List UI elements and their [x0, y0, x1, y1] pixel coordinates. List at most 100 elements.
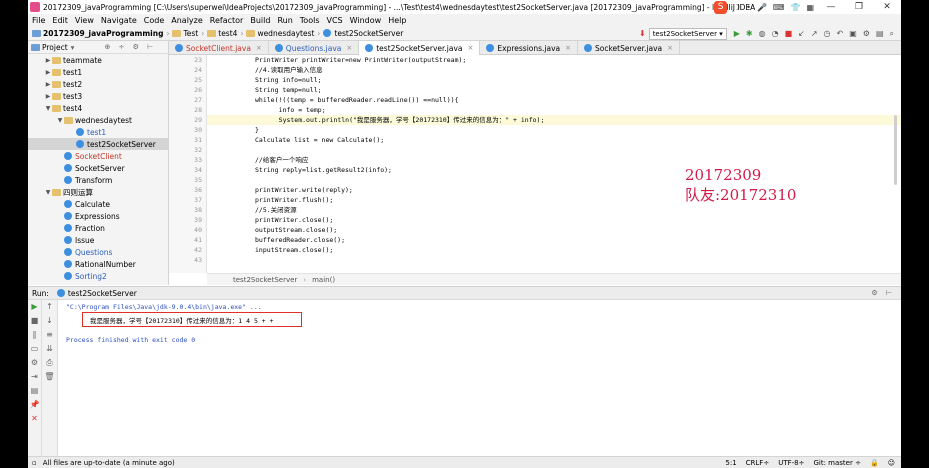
code-line[interactable]	[207, 255, 901, 265]
soft-wrap-icon[interactable]: ≡	[42, 328, 57, 342]
tree-item[interactable]: Transform	[28, 174, 168, 186]
tab-socketserver-java[interactable]: SocketServer.java ×	[578, 41, 680, 55]
project-panel-header[interactable]: Project ▾ ⊕ ÷ ⚙ ⊢	[28, 41, 168, 54]
breadcrumb-item[interactable]: wednesdaytest	[246, 29, 314, 38]
code-line[interactable]: //5.关闭资源	[207, 205, 901, 215]
menu-run[interactable]: Run	[277, 16, 292, 25]
menu-code[interactable]: Code	[144, 16, 164, 25]
tree-item[interactable]: Questions	[28, 246, 168, 258]
dump-threads-icon[interactable]: ▭	[28, 342, 41, 356]
tree-item[interactable]: Expressions	[28, 210, 168, 222]
editor-breadcrumb-method[interactable]: main()	[312, 276, 335, 284]
menu-navigate[interactable]: Navigate	[101, 16, 137, 25]
code-line[interactable]: System.out.println("我是服务器，学号【20172310】传过…	[207, 115, 901, 125]
file-encoding[interactable]: UTF-8÷	[778, 459, 804, 467]
code-line[interactable]: //给客户一个响应	[207, 155, 901, 165]
code-line[interactable]: printWriter.write(reply);	[207, 185, 901, 195]
code-line[interactable]	[207, 175, 901, 185]
project-structure-icon[interactable]: ▣	[849, 29, 857, 38]
run-config-select[interactable]: test2SocketServer ▾	[648, 27, 727, 40]
pause-icon[interactable]: ∥	[28, 328, 41, 342]
inspector-icon[interactable]: ☺	[888, 459, 895, 467]
code-line[interactable]: while(!((temp = bufferedReader.readLine(…	[207, 95, 901, 105]
restore-button[interactable]: ❐	[845, 2, 873, 12]
settings-icon[interactable]: ⚙	[863, 29, 870, 38]
status-toggle-icon[interactable]: ▫	[32, 459, 37, 467]
tree-item[interactable]: ▼ test4	[28, 102, 168, 114]
close-button[interactable]: ✕	[873, 2, 901, 12]
run-icon[interactable]: ▶	[734, 29, 740, 38]
tree-item[interactable]: SocketClient	[28, 150, 168, 162]
tree-item[interactable]: test2SocketServer	[28, 138, 168, 150]
editor-breadcrumb-class[interactable]: test2SocketServer	[233, 276, 297, 284]
code-line[interactable]: bufferedReader.close();	[207, 235, 901, 245]
keyboard-icon[interactable]: ⌨	[773, 3, 785, 12]
build-arrow-icon[interactable]: ⬇	[639, 29, 646, 38]
tab-expressions-java[interactable]: Expressions.java ×	[480, 41, 578, 55]
rerun-icon[interactable]: ▶	[28, 300, 41, 314]
tree-item[interactable]: ▶ test2	[28, 78, 168, 90]
tree-item[interactable]: Issue	[28, 234, 168, 246]
tree-item[interactable]: Calculate	[28, 198, 168, 210]
code-line[interactable]: outputStream.close();	[207, 225, 901, 235]
code-line[interactable]: String info=null;	[207, 75, 901, 85]
menu-analyze[interactable]: Analyze	[171, 16, 203, 25]
run-console[interactable]: "C:\Program Files\Java\jdk-9.0.4\bin\jav…	[58, 300, 901, 456]
breadcrumb-item[interactable]: 20172309_javaProgramming	[32, 29, 163, 38]
menu-refactor[interactable]: Refactor	[210, 16, 244, 25]
chevron-right-icon[interactable]: ▶	[44, 69, 52, 76]
menu-vcs[interactable]: VCS	[327, 16, 343, 25]
close-tab-icon[interactable]: ×	[468, 44, 474, 52]
layout-icon[interactable]: ▤	[28, 384, 41, 398]
minimize-button[interactable]: —	[817, 2, 845, 12]
code-line[interactable]: info = temp;	[207, 105, 901, 115]
settings-run-icon[interactable]: ⚙	[28, 356, 41, 370]
grid-icon[interactable]: ▦	[806, 3, 814, 12]
chevron-down-icon[interactable]: ▾	[71, 43, 75, 52]
history-icon[interactable]: ◷	[824, 29, 831, 38]
close-tab-icon[interactable]: ×	[346, 44, 352, 52]
close-run-icon[interactable]: ✕	[28, 412, 41, 426]
sdk-icon[interactable]: ▤	[876, 29, 884, 38]
coverage-icon[interactable]: ◍	[759, 29, 766, 38]
menu-build[interactable]: Build	[250, 16, 270, 25]
chevron-down-icon[interactable]: ▼	[56, 117, 64, 124]
pin-icon[interactable]: 📌	[28, 398, 41, 412]
tab-test2socketserver-java[interactable]: test2SocketServer.java ×	[359, 41, 481, 55]
tree-item[interactable]: ▶ test1	[28, 66, 168, 78]
code-line[interactable]	[207, 145, 901, 155]
trash-icon[interactable]: 🗑	[42, 370, 57, 384]
tree-item[interactable]: RationalNumber	[28, 258, 168, 270]
shirt-icon[interactable]: 👕	[790, 3, 800, 12]
close-tab-icon[interactable]: ×	[256, 44, 262, 52]
revert-icon[interactable]: ↶	[837, 29, 844, 38]
code-line[interactable]: String reply=list.getResult2(info);	[207, 165, 901, 175]
code-line[interactable]: Calculate list = new Calculate();	[207, 135, 901, 145]
code-line[interactable]: String temp=null;	[207, 85, 901, 95]
up-arrow-icon[interactable]: ↑	[42, 300, 57, 314]
tree-item[interactable]: SocketServer	[28, 162, 168, 174]
menu-file[interactable]: File	[32, 16, 45, 25]
close-tab-icon[interactable]: ×	[667, 44, 673, 52]
search-everywhere-icon[interactable]: ⌕	[890, 29, 894, 39]
code-line[interactable]: printWriter.close();	[207, 215, 901, 225]
breadcrumb-item[interactable]: test2SocketServer	[323, 29, 403, 38]
menu-window[interactable]: Window	[350, 16, 382, 25]
chevron-down-icon[interactable]: ▼	[44, 189, 52, 196]
code-line[interactable]: printWriter.flush();	[207, 195, 901, 205]
chevron-right-icon[interactable]: ▶	[44, 93, 52, 100]
dot-icon[interactable]: •	[746, 3, 751, 12]
vcs-update-icon[interactable]: ↙	[798, 29, 805, 38]
code-line[interactable]: PrintWriter printWriter=new PrintWriter(…	[207, 55, 901, 65]
print-icon[interactable]: ⎙	[42, 356, 57, 370]
code-editor[interactable]: PrintWriter printWriter=new PrintWriter(…	[207, 55, 901, 273]
code-line[interactable]: //4.读取用户输入信息	[207, 65, 901, 75]
tree-item[interactable]: test1	[28, 126, 168, 138]
down-arrow-icon[interactable]: ↓	[42, 314, 57, 328]
tree-item[interactable]: ▼ wednesdaytest	[28, 114, 168, 126]
tree-item[interactable]: Sorting2	[28, 270, 168, 282]
code-line[interactable]: inputStream.close();	[207, 245, 901, 255]
caret-position[interactable]: 5:1	[725, 459, 736, 467]
editor-scrollbar[interactable]	[894, 115, 897, 185]
vcs-commit-icon[interactable]: ↗	[811, 29, 818, 38]
